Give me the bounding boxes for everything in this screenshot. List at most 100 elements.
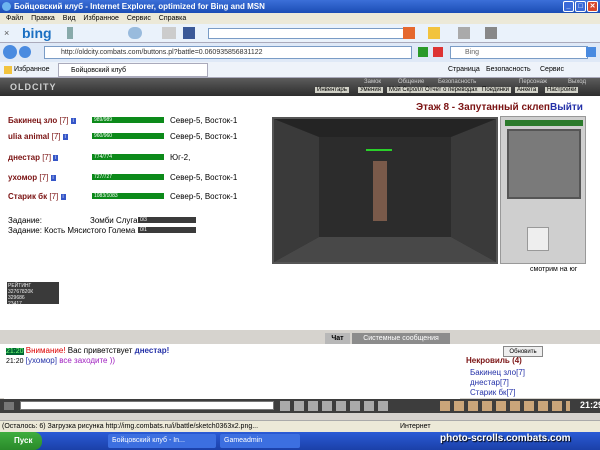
menu-favorites[interactable]: Избранное (83, 15, 118, 22)
maximize-button[interactable]: □ (575, 1, 586, 12)
nav-character[interactable]: Персонаж (519, 79, 547, 85)
nav-transfers[interactable]: Отчет о переводах (423, 87, 480, 93)
back-button[interactable] (3, 45, 17, 59)
toolbar-icons[interactable] (280, 401, 390, 411)
room-member[interactable]: днестар[7] (470, 378, 509, 387)
player-name[interactable]: ulia animal (8, 132, 49, 141)
chat-input[interactable] (20, 401, 274, 410)
menu-bar: Файл Правка Вид Избранное Сервис Справка (0, 13, 600, 24)
task-progress: 0/1 (138, 227, 196, 233)
nav-security[interactable]: Безопасность (438, 79, 476, 85)
chat-user[interactable]: [ухомор] (26, 356, 57, 365)
toolbar-dropdown-icon[interactable] (67, 27, 73, 39)
close-button[interactable]: ✕ (587, 1, 598, 12)
dungeon-view[interactable] (272, 117, 498, 264)
room-member[interactable]: Старик бк[7] (470, 388, 515, 397)
nav-skills[interactable]: Умения (358, 87, 383, 93)
start-button[interactable]: Пуск (0, 432, 42, 450)
player-name[interactable]: ухомор (8, 173, 37, 182)
nav-settings[interactable]: Настройки (545, 87, 579, 93)
nav-chat[interactable]: Общение (398, 79, 424, 85)
search-icon[interactable] (586, 47, 596, 57)
status-text: (Осталось: 6) Загрузка рисунка http://im… (2, 423, 259, 430)
safety-menu[interactable]: Безопасность (486, 62, 531, 78)
player-location: Юг-2, (170, 153, 191, 162)
forward-button[interactable] (19, 46, 31, 58)
player-name[interactable]: Бакинец зло (8, 116, 57, 125)
player-level: [7] (42, 153, 52, 162)
room-member[interactable]: Бакинец зло[7] (470, 368, 525, 377)
settings-icon[interactable] (485, 27, 497, 39)
page-menu[interactable]: Страница (448, 62, 480, 78)
player-row[interactable]: ухомор [7] i (8, 173, 56, 182)
bing-search-button[interactable] (403, 27, 415, 39)
menu-view[interactable]: Вид (63, 15, 76, 22)
stop-icon[interactable] (433, 47, 443, 57)
info-icon[interactable]: i (53, 154, 59, 161)
menu-edit[interactable]: Правка (31, 15, 55, 22)
exit-link[interactable]: Выйти (550, 102, 583, 113)
tab-system-messages[interactable]: Системные сообщения (352, 333, 450, 344)
nav-inventory[interactable]: Инвентарь (315, 87, 349, 93)
minimize-button[interactable]: _ (563, 1, 574, 12)
bing-search-input[interactable] (208, 28, 404, 39)
info-icon[interactable]: i (70, 117, 76, 124)
weather-icon[interactable] (128, 27, 142, 39)
player-row[interactable]: Старик бк [7] i (8, 192, 66, 201)
chat-text: все заходите )) (59, 356, 116, 365)
favorites-button[interactable]: Избранное (14, 62, 49, 78)
info-icon[interactable]: i (60, 193, 66, 200)
nav-battles[interactable]: Поединки (480, 87, 511, 93)
nav-castle[interactable]: Замок (364, 79, 381, 85)
tab-chat[interactable]: Чат (325, 333, 350, 344)
minimap-header (505, 120, 583, 126)
nav-exit[interactable]: Выход (568, 79, 586, 85)
player-location: Север-5, Восток-1 (170, 192, 238, 201)
watermark: photo-scrolls.combats.com (440, 433, 571, 444)
rating-box: РЕЙТИНГ 32767820К 329686 23417 (7, 282, 59, 307)
chat-time: 21:20 (6, 348, 24, 355)
chat-mode-icon[interactable] (4, 402, 14, 410)
chat-user[interactable]: днестар! (135, 346, 170, 355)
taskbar-item-ie[interactable]: Бойцовский клуб - In... (108, 434, 216, 448)
player-level: [7] (59, 116, 69, 125)
taskbar-item-gameadmin[interactable]: Gameadmin (220, 434, 300, 448)
menu-help[interactable]: Справка (159, 15, 186, 22)
facebook-icon[interactable] (183, 27, 195, 39)
player-row[interactable]: днестар [7] i (8, 153, 59, 162)
minimap[interactable] (507, 129, 581, 199)
menu-file[interactable]: Файл (6, 15, 23, 22)
info-icon[interactable]: i (62, 133, 68, 140)
bing-logo: bing (22, 25, 52, 41)
menu-tools[interactable]: Сервис (127, 15, 151, 22)
player-name[interactable]: днестар (8, 153, 40, 162)
mail-icon[interactable] (162, 27, 176, 39)
search-input[interactable]: Bing (450, 46, 588, 59)
tools-menu[interactable]: Сервис (540, 62, 564, 78)
url-field[interactable]: http://oldcity.combats.com/buttons.pl?ba… (44, 46, 412, 59)
window-title-bar: Бойцовский клуб - Internet Explorer, opt… (0, 0, 600, 13)
player-name[interactable]: Старик бк (8, 192, 47, 201)
refresh-icon[interactable] (418, 47, 428, 57)
player-row[interactable]: ulia animal [7] i (8, 132, 68, 141)
hp-bar: 1083/1083 (92, 193, 164, 199)
task-label: Задание: Кость Мясистого Голема (8, 226, 136, 235)
hp-bar: 960/960 (92, 133, 164, 139)
nav-profile[interactable]: Анкета (515, 87, 539, 93)
info-icon[interactable]: i (50, 174, 56, 181)
hp-bar: 989/989 (92, 117, 164, 123)
chat-log: 21:20 Внимание! Вас приветствует днестар… (4, 344, 460, 400)
star-icon (4, 66, 12, 74)
favorites-bar: Избранное Бойцовский клуб Страница Безоп… (0, 62, 600, 78)
browser-tab[interactable]: Бойцовский клуб (58, 63, 208, 77)
compass-icon[interactable] (527, 227, 549, 251)
game-top-strip: OLDCITY Замок Общение Безопасность Персо… (0, 78, 600, 96)
minimap-panel (500, 116, 586, 264)
translate-icon[interactable] (458, 27, 470, 39)
smiley-icons[interactable] (440, 401, 570, 411)
favorites-star-icon[interactable] (428, 27, 440, 39)
rating-value: 23417 (8, 301, 22, 307)
player-row[interactable]: Бакинец зло [7] i (8, 116, 76, 125)
nav-scroll[interactable]: Мой Скролл (387, 87, 425, 93)
close-toolbar-icon[interactable]: × (4, 28, 9, 38)
